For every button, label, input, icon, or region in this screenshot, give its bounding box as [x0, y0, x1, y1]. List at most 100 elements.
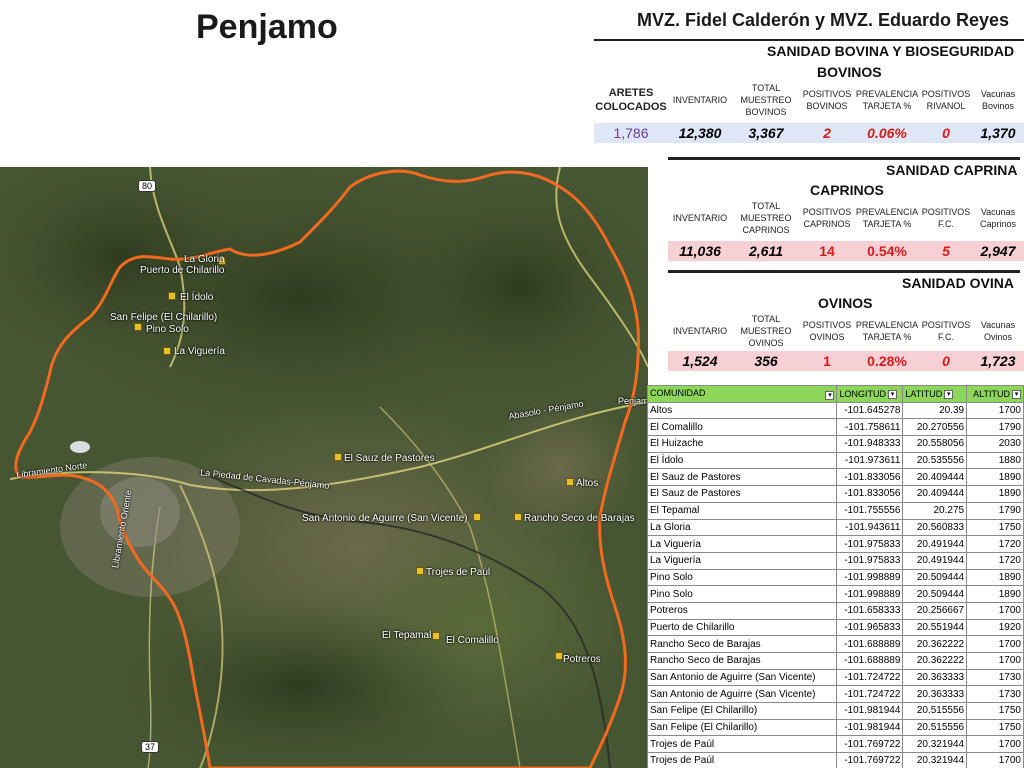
cell-altitud: 1890	[966, 585, 1024, 603]
table-row[interactable]: San Felipe (El Chilarillo) -101.981944 20.…	[646, 718, 1024, 737]
column-header-altitud[interactable]: ALTITUD ▾	[966, 385, 1024, 403]
table-row[interactable]: San Antonio de Aguirre (San Vicente) -101…	[646, 685, 1024, 704]
map-label-el-comalillo: El Comalillo	[446, 635, 499, 646]
communities-table: COMUNIDAD ▾ LONGITUD ▾ LATITUD ▾ ALTITUD ▾ A…	[646, 385, 1024, 768]
table-row[interactable]: Potreros -101.658333 20.256667 1700	[646, 601, 1024, 620]
cell-altitud: 1700	[966, 401, 1024, 420]
filter-dropdown-icon[interactable]: ▾	[888, 389, 897, 399]
filter-dropdown-icon[interactable]: ▾	[944, 389, 954, 399]
column-header-latitud[interactable]: LATITUD ▾	[902, 385, 968, 403]
table-row[interactable]: El Tepamal -101.755556 20.275 1790	[646, 501, 1024, 520]
pin-altos[interactable]	[566, 478, 574, 486]
cell-latitud: 20.515556	[902, 702, 968, 720]
map-label-penjam-edge: Penjam	[618, 396, 648, 406]
table-row[interactable]: Altos -101.645278 20.39 1700	[646, 401, 1024, 420]
table-row[interactable]: San Antonio de Aguirre (San Vicente) -101…	[646, 668, 1024, 687]
filter-dropdown-icon[interactable]: ▾	[825, 390, 835, 400]
table-row[interactable]: Pino Solo -101.998889 20.509444 1890	[646, 568, 1024, 587]
cell-comunidad: La Viguería	[646, 535, 838, 553]
ovina-value-positivos: 1	[823, 353, 831, 369]
cell-altitud: 1750	[966, 718, 1024, 737]
cell-latitud: 20.270556	[902, 418, 968, 437]
ovina-value-fc: 0	[942, 353, 950, 369]
ovina-divider	[668, 270, 1020, 273]
cell-latitud: 20.551944	[902, 618, 968, 637]
table-row[interactable]: Puerto de Chilarillo -101.965833 20.551944…	[646, 618, 1024, 637]
pin-la-vigueria[interactable]	[163, 347, 171, 355]
cell-latitud: 20.256667	[902, 601, 968, 620]
table-row[interactable]: San Felipe (El Chilarillo) -101.981944 20.…	[646, 702, 1024, 720]
cell-latitud: 20.362222	[902, 652, 968, 670]
cell-longitud: -101.645278	[836, 401, 904, 420]
caprina-value-vacunas: 2,947	[980, 243, 1016, 259]
table-row[interactable]: El Sauz de Pastores -101.833056 20.409444 1…	[646, 485, 1024, 503]
pin-rancho-seco[interactable]	[514, 513, 522, 521]
table-row[interactable]: El Ídolo -101.973611 20.535556 1880	[646, 451, 1024, 470]
cell-longitud: -101.975833	[836, 535, 904, 553]
bovina-header-aretes: ARETES COLOCADOS	[595, 87, 667, 113]
cell-comunidad: El Sauz de Pastores	[646, 485, 838, 503]
map-label-pino-solo: Pino Solo	[146, 324, 189, 335]
pin-pino-solo[interactable]	[134, 323, 142, 331]
page-title: Penjamo	[196, 8, 338, 46]
table-row[interactable]: El Huizache -101.948333 20.558056 2030	[646, 435, 1024, 453]
caprina-subtitle: CAPRINOS	[810, 182, 884, 198]
cell-latitud: 20.363333	[902, 668, 968, 687]
ovina-value-inventario: 1,524	[682, 353, 718, 369]
cell-altitud: 1730	[966, 685, 1024, 704]
cell-longitud: -101.769722	[836, 752, 904, 768]
filter-dropdown-icon[interactable]: ▾	[1012, 389, 1021, 399]
bovina-header-rivanol: POSITIVOS RIVANOL	[921, 89, 971, 111]
cell-longitud: -101.981944	[836, 702, 904, 720]
pin-trojes[interactable]	[416, 567, 424, 575]
pin-el-tepamal[interactable]	[432, 632, 440, 640]
table-row[interactable]: La Viguería -101.975833 20.491944 1720	[646, 535, 1024, 553]
cell-latitud: 20.558056	[902, 435, 968, 453]
cell-altitud: 1750	[966, 702, 1024, 720]
table-row[interactable]: Trojes de Paúl -101.769722 20.321944 1700	[646, 735, 1024, 754]
bovina-value-inventario: 12,380	[678, 125, 722, 141]
ovina-header-vacunas: Vacunas Ovinos	[980, 320, 1016, 342]
cell-altitud: 1700	[966, 601, 1024, 620]
cell-longitud: -101.998889	[836, 568, 904, 587]
cell-longitud: -101.758611	[836, 418, 904, 437]
pin-san-antonio[interactable]	[473, 513, 481, 521]
bovina-values-row: 1,786 12,380 3,367 2 0.06% 0 1,370	[594, 123, 1024, 143]
table-row[interactable]: Trojes de Paúl -101.769722 20.321944 1700	[646, 752, 1024, 768]
table-row[interactable]: Rancho Seco de Barajas -101.688889 20.3622…	[646, 635, 1024, 653]
column-header-comunidad[interactable]: COMUNIDAD ▾	[646, 385, 838, 403]
map-label-altos: Altos	[576, 478, 599, 489]
map-label-san-antonio: San Antonio de Aguirre (San Vicente)	[302, 513, 468, 524]
satellite-map[interactable]: 80 37 La Gloria Puerto de Chilarillo El …	[0, 167, 648, 768]
caprina-value-fc: 5	[942, 243, 950, 259]
cell-altitud: 1700	[966, 652, 1024, 670]
table-row[interactable]: El Sauz de Pastores -101.833056 20.409444 1…	[646, 468, 1024, 487]
pin-el-idolo[interactable]	[168, 292, 176, 300]
cell-comunidad: Trojes de Paúl	[646, 752, 838, 768]
cell-latitud: 20.321944	[902, 735, 968, 754]
cell-latitud: 20.509444	[902, 585, 968, 603]
cell-comunidad: La Gloria	[646, 518, 838, 537]
cell-comunidad: El Ídolo	[646, 451, 838, 470]
cell-longitud: -101.965833	[836, 618, 904, 637]
bovina-value-prevalencia: 0.06%	[867, 125, 907, 141]
cell-comunidad: El Huizache	[646, 435, 838, 453]
table-row[interactable]: Rancho Seco de Barajas -101.688889 20.3622…	[646, 652, 1024, 670]
table-row[interactable]: La Viguería -101.975833 20.491944 1720	[646, 551, 1024, 570]
ovina-subtitle: OVINOS	[818, 295, 873, 311]
bovina-header-positivos: POSITIVOS BOVINOS	[802, 89, 852, 111]
table-row[interactable]: Pino Solo -101.998889 20.509444 1890	[646, 585, 1024, 603]
caprina-header-inventario: INVENTARIO	[672, 213, 728, 223]
pin-el-sauz[interactable]	[334, 453, 342, 461]
bovina-section-title: SANIDAD BOVINA Y BIOSEGURIDAD	[767, 43, 1015, 59]
table-row[interactable]: La Gloria -101.943611 20.560833 1750	[646, 518, 1024, 537]
ovina-values-row: 1,524 356 1 0.28% 0 1,723	[668, 351, 1024, 371]
table-row[interactable]: El Comalillo -101.758611 20.270556 1790	[646, 418, 1024, 437]
bovina-header-vacunas: Vacunas Bovinos	[980, 89, 1016, 111]
bovina-value-rivanol: 0	[942, 125, 950, 141]
column-header-longitud[interactable]: LONGITUD ▾	[836, 385, 904, 403]
cell-altitud: 1880	[966, 451, 1024, 470]
bovina-header-inventario: INVENTARIO	[672, 95, 728, 105]
cell-latitud: 20.560833	[902, 518, 968, 537]
pin-potreros[interactable]	[555, 652, 563, 660]
